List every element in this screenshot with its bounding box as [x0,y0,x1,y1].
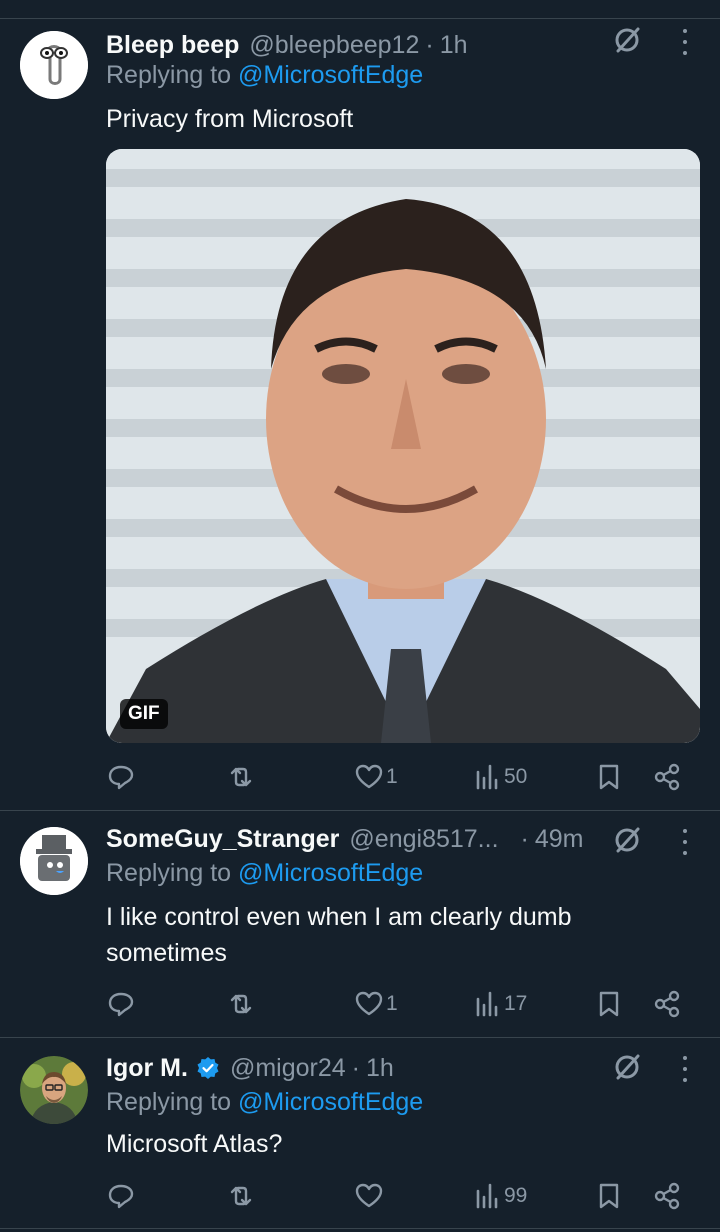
views-icon [476,991,498,1017]
tweet[interactable]: Igor M. @migor24 · 1h Replying to @Micro… [0,1038,720,1229]
reply-button[interactable] [106,984,138,1024]
reply-button[interactable] [106,757,138,797]
bookmark-button[interactable] [594,984,624,1024]
tweet-text: I like control even when I am clearly du… [106,903,572,967]
user-handle[interactable]: @bleepbeep12 [249,31,419,60]
share-icon [654,763,680,791]
tweet-header: Igor M. @migor24 · 1h [106,1050,700,1086]
grok-icon[interactable] [612,825,642,855]
share-icon [654,990,680,1018]
bookmark-button[interactable] [594,1176,624,1216]
verified-badge-icon [197,1057,219,1079]
retweet-button[interactable] [226,984,258,1024]
avatar[interactable] [20,827,88,895]
views-icon [476,1183,498,1209]
separator-dot: · [351,1053,360,1082]
views-button[interactable]: 17 [472,984,527,1024]
bookmark-icon [599,991,619,1017]
like-button[interactable]: 1 [354,984,398,1024]
display-name[interactable]: SomeGuy_Stranger [106,825,339,854]
bookmark-icon [599,764,619,790]
replying-to: Replying to @MicrosoftEdge [106,1088,423,1117]
replying-to: Replying to @MicrosoftEdge [106,61,423,90]
tweet-header: Bleep beep @bleepbeep12 · 1h [106,27,700,63]
retweet-icon [230,767,252,787]
view-count: 99 [504,1184,528,1207]
painted-portrait-avatar-icon [20,1056,88,1124]
user-handle[interactable]: @engi8517... [349,825,498,854]
more-icon[interactable] [672,29,698,55]
replying-prefix: Replying to [106,61,232,89]
action-bar: 99 [106,1176,696,1216]
display-name[interactable]: Igor M. [106,1054,188,1083]
reply-icon [108,992,134,1017]
view-count: 50 [504,765,528,788]
display-name[interactable]: Bleep beep [106,31,239,60]
avatar[interactable] [20,1056,88,1124]
more-icon[interactable] [672,1056,698,1082]
action-bar: 1 50 [106,757,696,797]
share-icon [654,1182,680,1210]
replying-prefix: Replying to [106,1088,232,1116]
tweet-header: SomeGuy_Stranger @engi8517... · 49m [106,821,700,857]
reply-icon [108,765,134,790]
robot-avatar-icon [20,827,88,895]
like-count: 1 [386,765,398,788]
retweet-button[interactable] [226,757,258,797]
like-icon [355,991,383,1016]
more-icon[interactable] [672,829,698,855]
bookmark-button[interactable] [594,757,624,797]
like-icon [355,764,383,789]
bookmark-icon [599,1183,619,1209]
reply-button[interactable] [106,1176,138,1216]
separator-dot: · [425,30,434,59]
tweet[interactable]: SomeGuy_Stranger @engi8517... · 49m Repl… [0,811,720,1038]
avatar[interactable] [20,31,88,99]
like-icon [355,1183,383,1208]
gif-image [106,149,700,743]
replying-to: Replying to @MicrosoftEdge [106,859,423,888]
replying-prefix: Replying to [106,859,232,887]
user-handle[interactable]: @migor24 [230,1054,346,1083]
share-button[interactable] [652,757,682,797]
share-button[interactable] [652,1176,682,1216]
grok-icon[interactable] [612,25,642,55]
timestamp[interactable]: 1h [440,31,468,60]
separator-dot: · [520,824,529,853]
reply-icon [108,1184,134,1209]
view-count: 17 [504,992,528,1015]
timestamp[interactable]: 1h [366,1054,394,1083]
retweet-button[interactable] [226,1176,258,1216]
share-button[interactable] [652,984,682,1024]
gif-media[interactable]: GIF [106,149,700,743]
grok-icon[interactable] [612,1052,642,1082]
tweet-text: Privacy from Microsoft [106,105,354,133]
action-bar: 1 17 [106,984,696,1024]
clippy-avatar-icon [20,31,88,99]
like-count: 1 [386,992,398,1015]
like-button[interactable] [354,1176,386,1216]
mention-link[interactable]: @MicrosoftEdge [238,859,423,887]
like-button[interactable]: 1 [354,757,398,797]
mention-link[interactable]: @MicrosoftEdge [238,61,423,89]
views-button[interactable]: 99 [472,1176,527,1216]
gif-badge: GIF [120,699,168,729]
tweet[interactable]: Bleep beep @bleepbeep12 · 1h Replying to… [0,19,720,811]
timestamp[interactable]: 49m [535,825,584,854]
retweet-icon [230,1186,252,1206]
views-button[interactable]: 50 [472,757,527,797]
views-icon [476,764,498,790]
mention-link[interactable]: @MicrosoftEdge [238,1088,423,1116]
tweet-text: Microsoft Atlas? [106,1130,283,1158]
retweet-icon [230,994,252,1014]
